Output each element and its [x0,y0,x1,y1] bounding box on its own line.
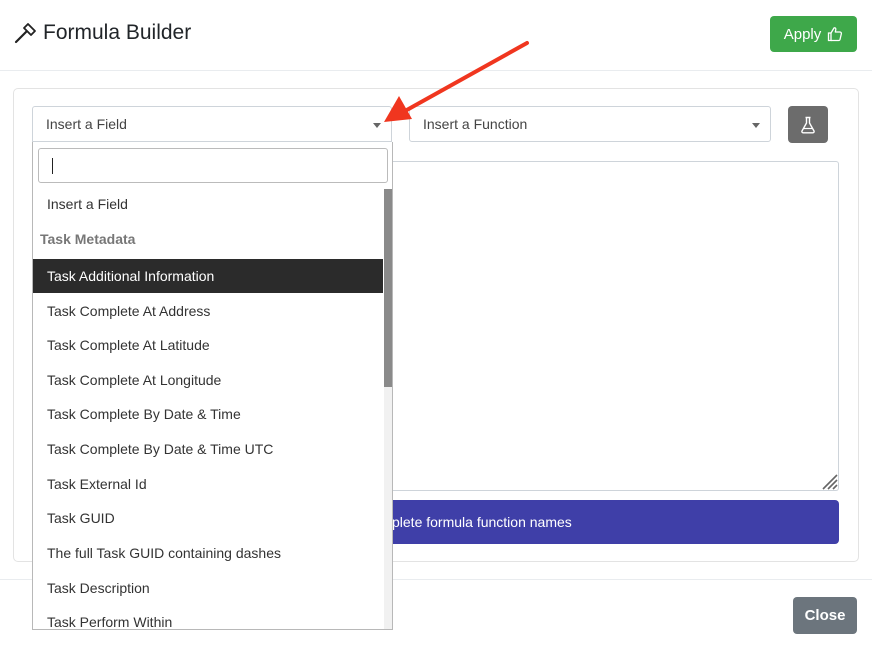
test-formula-button[interactable] [788,106,828,143]
apply-button[interactable]: Apply [770,16,857,52]
thumbs-up-icon [828,27,843,42]
dropdown-option[interactable]: Task Complete At Longitude [33,363,383,397]
autocomplete-banner-text: plete formula function names [392,514,572,530]
caret-down-icon [752,123,760,128]
dropdown-option[interactable]: Task Complete By Date & Time [33,397,383,431]
dropdown-option[interactable]: Task Additional Information [33,259,383,293]
hammer-icon [14,23,36,44]
modal-header: Formula Builder Apply [0,0,872,71]
autocomplete-banner[interactable]: plete formula function names [392,500,839,544]
formula-editor[interactable] [392,161,839,491]
apply-button-label: Apply [783,25,822,43]
dropdown-option[interactable]: Task Complete At Address [33,294,383,328]
dropdown-option[interactable]: Task GUID [33,501,383,535]
resize-handle-icon[interactable] [820,472,838,490]
field-dropdown: Insert a Field Task Metadata Task Addition… [32,142,393,630]
caret-down-icon [373,123,381,128]
dropdown-group-label: Task Metadata [40,231,136,247]
dropdown-option[interactable]: Task Complete By Date & Time UTC [33,432,383,466]
flask-icon [801,116,815,133]
text-cursor [52,158,53,174]
insert-field-select-label: Insert a Field [46,116,127,132]
dropdown-scrollbar-thumb[interactable] [384,189,392,387]
dropdown-option[interactable]: Task Perform Within [33,605,383,629]
dropdown-option[interactable]: Task Description [33,571,383,605]
page-title: Formula Builder [43,21,192,44]
dropdown-option[interactable]: Insert a Field [33,187,383,221]
insert-function-select[interactable]: Insert a Function [409,106,771,142]
dropdown-option[interactable]: Task External Id [33,467,383,501]
dropdown-option[interactable]: The full Task GUID containing dashes [33,536,383,570]
insert-field-select[interactable]: Insert a Field [32,106,392,142]
dropdown-search-input[interactable] [38,148,388,183]
close-button[interactable]: Close [793,597,857,634]
insert-function-select-label: Insert a Function [423,116,528,132]
dropdown-option[interactable]: Task Complete At Latitude [33,328,383,362]
